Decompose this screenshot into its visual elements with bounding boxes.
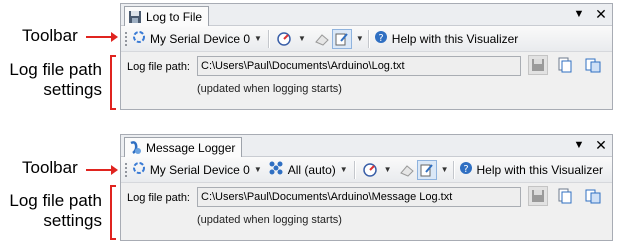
chevron-down-icon: ▼ — [355, 34, 364, 43]
device-label: My Serial Device 0 — [149, 162, 250, 177]
tab-title: Message Logger — [146, 140, 236, 155]
tab-title: Log to File — [146, 9, 203, 24]
toolbar-grip[interactable] — [124, 30, 128, 47]
chevron-down-icon: ▼ — [297, 34, 306, 43]
help-button[interactable]: ? Help with this Visualizer — [459, 161, 604, 178]
toolbar-grip[interactable] — [124, 161, 128, 178]
chevron-down-icon: ▼ — [254, 34, 262, 43]
open-log-button[interactable] — [555, 55, 575, 75]
tab-log-to-file[interactable]: Log to File — [124, 6, 210, 26]
log-path-note: (updated when logging starts) — [197, 83, 342, 95]
log-file-path-field[interactable]: C:\Users\Paul\Documents\Arduino\Log.txt — [197, 56, 521, 76]
settings-annotation-line2: settings — [43, 211, 102, 230]
gauge-icon — [360, 160, 380, 180]
log-path-note: (updated when logging starts) — [197, 214, 342, 226]
save-button[interactable] — [528, 186, 548, 206]
toolbar: My Serial Device 0 ▼ ▼ ▼ ? Help with thi… — [121, 26, 612, 52]
tab-strip: Message Logger ▼ ✕ — [121, 135, 612, 157]
log-path-settings: Log file path: C:\Users\Paul\Documents\A… — [121, 183, 612, 240]
toolbar-annotation: Toolbar — [22, 26, 78, 45]
connection-button[interactable]: ▼ — [360, 160, 392, 180]
message-logger-panel: Message Logger ▼ ✕ My Serial Device 0 ▼ … — [120, 134, 613, 241]
toolbar-separator — [367, 29, 369, 48]
connection-button[interactable]: ▼ — [274, 29, 306, 49]
settings-bracket — [110, 55, 116, 110]
edit-options-button[interactable]: ▼ — [416, 159, 449, 180]
device-selector[interactable]: My Serial Device 0 ▼ — [132, 161, 262, 178]
close-icon[interactable]: ✕ — [594, 137, 608, 153]
chevron-down-icon[interactable]: ▼ — [572, 137, 586, 153]
edit-icon — [331, 28, 352, 49]
svg-text:?: ? — [378, 33, 383, 44]
log-to-file-panel: Log to File ▼ ✕ My Serial Device 0 ▼ ▼ ▼… — [120, 3, 613, 110]
save-button[interactable] — [528, 55, 548, 75]
chevron-down-icon: ▼ — [440, 165, 449, 174]
settings-annotation: Log file path settings — [1, 60, 102, 100]
help-button[interactable]: ? Help with this Visualizer — [374, 30, 519, 47]
settings-annotation-line1: Log file path — [9, 60, 102, 79]
chevron-down-icon: ▼ — [339, 165, 348, 174]
floppy-disk-icon — [128, 10, 142, 24]
gauge-icon — [274, 29, 294, 49]
floppy-disk-icon — [532, 59, 544, 71]
toolbar-separator — [353, 160, 355, 179]
log-file-path-label: Log file path: — [127, 192, 190, 204]
chevron-down-icon[interactable]: ▼ — [572, 6, 586, 22]
copy-path-button[interactable] — [583, 186, 603, 206]
settings-annotation-line1: Log file path — [9, 191, 102, 210]
help-label: Help with this Visualizer — [476, 162, 604, 177]
tab-message-logger[interactable]: Message Logger — [124, 137, 243, 157]
device-label: My Serial Device 0 — [150, 31, 251, 46]
copy-path-button[interactable] — [583, 55, 603, 75]
settings-annotation-line2: settings — [43, 80, 102, 99]
device-icon — [132, 161, 146, 178]
close-icon[interactable]: ✕ — [594, 6, 608, 22]
floppy-disk-icon — [532, 190, 544, 202]
tab-strip: Log to File ▼ ✕ — [121, 4, 612, 26]
toolbar-annotation-2: Toolbar — [22, 158, 78, 177]
panel-controls: ▼ ✕ — [572, 6, 608, 22]
copy-icon — [585, 189, 601, 204]
settings-annotation-2: Log file path settings — [1, 191, 102, 231]
help-label: Help with this Visualizer — [391, 31, 519, 46]
toolbar-arrow — [86, 32, 118, 42]
device-icon — [132, 30, 146, 47]
help-icon: ? — [459, 161, 473, 178]
edit-options-button[interactable]: ▼ — [331, 28, 364, 49]
toolbar: My Serial Device 0 ▼ All (auto) ▼ ▼ ▼ ? … — [121, 157, 612, 183]
copy-icon — [585, 58, 601, 73]
toolbar-separator — [452, 160, 454, 179]
toolbar-separator — [267, 29, 269, 48]
edit-icon — [416, 159, 437, 180]
document-icon — [558, 57, 572, 73]
chevron-down-icon: ▼ — [383, 165, 392, 174]
panel-controls: ▼ ✕ — [572, 137, 608, 153]
log-file-path-field[interactable]: C:\Users\Paul\Documents\Arduino\Message … — [197, 187, 521, 207]
channel-selector[interactable]: All (auto) ▼ — [268, 160, 348, 179]
svg-text:?: ? — [463, 164, 468, 175]
channel-label: All (auto) — [287, 162, 336, 177]
help-icon: ? — [374, 30, 388, 47]
clear-icon[interactable] — [312, 29, 332, 49]
settings-bracket-2 — [110, 185, 116, 240]
open-log-button[interactable] — [555, 186, 575, 206]
clear-icon[interactable] — [398, 160, 417, 180]
message-logger-icon — [128, 140, 142, 155]
document-icon — [558, 188, 572, 204]
log-path-settings: Log file path: C:\Users\Paul\Documents\A… — [121, 52, 612, 109]
channels-icon — [268, 160, 284, 179]
log-file-path-label: Log file path: — [127, 61, 190, 73]
chevron-down-icon: ▼ — [253, 165, 262, 174]
toolbar-arrow-2 — [86, 165, 118, 175]
device-selector[interactable]: My Serial Device 0 ▼ — [132, 30, 262, 47]
